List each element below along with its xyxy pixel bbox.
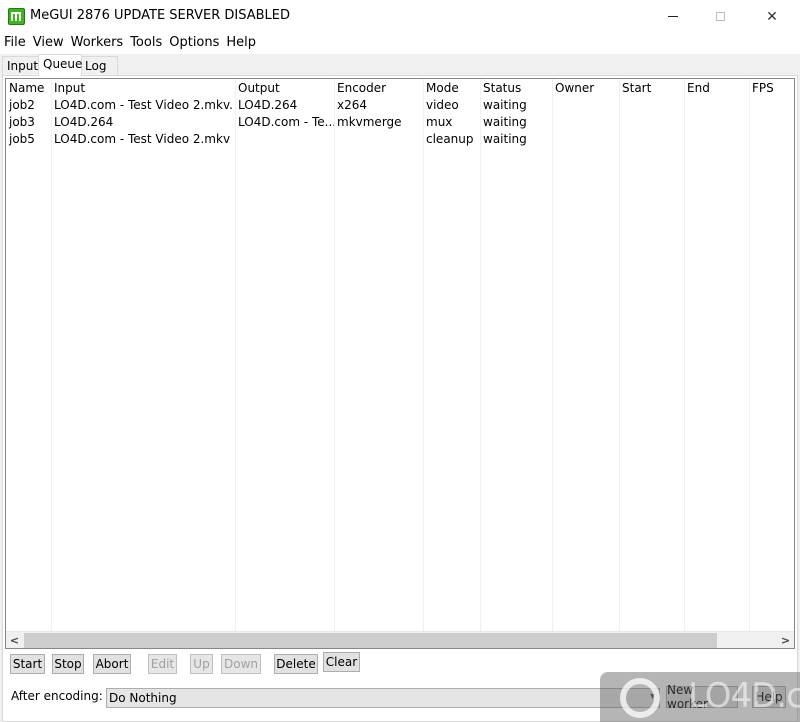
menu-workers[interactable]: Workers (67, 33, 127, 54)
close-icon: ✕ (766, 8, 778, 25)
title-bar: MeGUI 2876 UPDATE SERVER DISABLED ✕ (0, 0, 800, 33)
column-header-fps[interactable]: FPS (749, 80, 794, 97)
close-button[interactable]: ✕ (749, 0, 795, 33)
cell-input: LO4D.com - Test Video 2.mkv (54, 132, 231, 146)
menu-help[interactable]: Help (222, 33, 259, 54)
cell-status: waiting (483, 98, 527, 112)
column-divider (235, 79, 236, 631)
cell-output: LO4D.com - Te... (238, 115, 334, 129)
cell-output: LO4D.264 (238, 98, 298, 112)
column-divider (552, 79, 553, 631)
tab-queue[interactable]: Queue (38, 54, 82, 76)
column-header-owner[interactable]: Owner (552, 80, 619, 97)
cell-input: LO4D.264 (54, 115, 114, 129)
tab-input[interactable]: Input (2, 56, 40, 75)
column-header-input[interactable]: Input (51, 80, 235, 97)
menu-options[interactable]: Options (165, 33, 222, 54)
maximize-button[interactable] (697, 0, 743, 33)
column-divider (334, 79, 335, 631)
clear-button[interactable]: Clear (323, 652, 360, 672)
cell-status: waiting (483, 115, 527, 129)
cell-name: job3 (9, 115, 35, 129)
down-button[interactable]: Down (221, 654, 261, 674)
cell-mode: video (426, 98, 459, 112)
cell-status: waiting (483, 132, 527, 146)
menu-view[interactable]: View (29, 33, 67, 54)
tab-strip: Input Queue Log (0, 54, 800, 76)
column-header-mode[interactable]: Mode (423, 80, 480, 97)
column-header-output[interactable]: Output (235, 80, 334, 97)
start-button[interactable]: Start (10, 654, 45, 674)
menu-file[interactable]: File (0, 33, 29, 54)
column-divider (423, 79, 424, 631)
scroll-left-arrow-icon[interactable]: < (6, 632, 23, 648)
table-row[interactable]: job2 LO4D.com - Test Video 2.mkv. LO4D.2… (6, 97, 794, 114)
menu-tools[interactable]: Tools (126, 33, 165, 54)
delete-button[interactable]: Delete (274, 654, 318, 674)
up-button[interactable]: Up (190, 654, 213, 674)
abort-button[interactable]: Abort (93, 654, 131, 674)
column-divider (51, 79, 52, 631)
after-encoding-label: After encoding: (11, 689, 103, 703)
column-divider (684, 79, 685, 631)
column-divider (749, 79, 750, 631)
horizontal-scrollbar[interactable]: < > (6, 631, 794, 648)
table-row[interactable]: job5 LO4D.com - Test Video 2.mkv cleanup… (6, 131, 794, 148)
edit-button[interactable]: Edit (148, 654, 177, 674)
column-divider (480, 79, 481, 631)
window-title: MeGUI 2876 UPDATE SERVER DISABLED (30, 8, 290, 23)
list-header: Name Input Output Encoder Mode Status Ow… (6, 80, 794, 97)
cell-name: job2 (9, 98, 35, 112)
maximize-icon (715, 12, 725, 21)
scroll-right-arrow-icon[interactable]: > (777, 632, 794, 648)
after-encoding-value: Do Nothing (109, 691, 177, 705)
column-header-encoder[interactable]: Encoder (334, 80, 423, 97)
after-encoding-select[interactable]: Do Nothing ▾ (106, 688, 660, 708)
tab-log[interactable]: Log (80, 56, 118, 75)
minimize-icon (668, 16, 678, 17)
watermark-text: LO4D.com (688, 676, 800, 716)
watermark-logo-icon (620, 678, 660, 718)
column-header-start[interactable]: Start (619, 80, 684, 97)
cell-encoder: mkvmerge (337, 115, 402, 129)
column-header-status[interactable]: Status (480, 80, 552, 97)
watermark-overlay: LO4D.com (600, 672, 800, 722)
stop-button[interactable]: Stop (52, 654, 84, 674)
menu-bar: File View Workers Tools Options Help (0, 33, 800, 54)
queue-list[interactable]: Name Input Output Encoder Mode Status Ow… (5, 78, 795, 649)
cell-encoder: x264 (337, 98, 368, 112)
column-header-name[interactable]: Name (6, 80, 51, 97)
cell-input: LO4D.com - Test Video 2.mkv. (54, 98, 233, 112)
column-header-end[interactable]: End (684, 80, 749, 97)
column-divider (619, 79, 620, 631)
scrollbar-thumb[interactable] (24, 633, 717, 648)
cell-mode: cleanup (426, 132, 474, 146)
cell-name: job5 (9, 132, 35, 146)
megui-app-icon (8, 8, 25, 25)
table-row[interactable]: job3 LO4D.264 LO4D.com - Te... mkvmerge … (6, 114, 794, 131)
minimize-button[interactable] (650, 0, 696, 33)
cell-mode: mux (426, 115, 453, 129)
